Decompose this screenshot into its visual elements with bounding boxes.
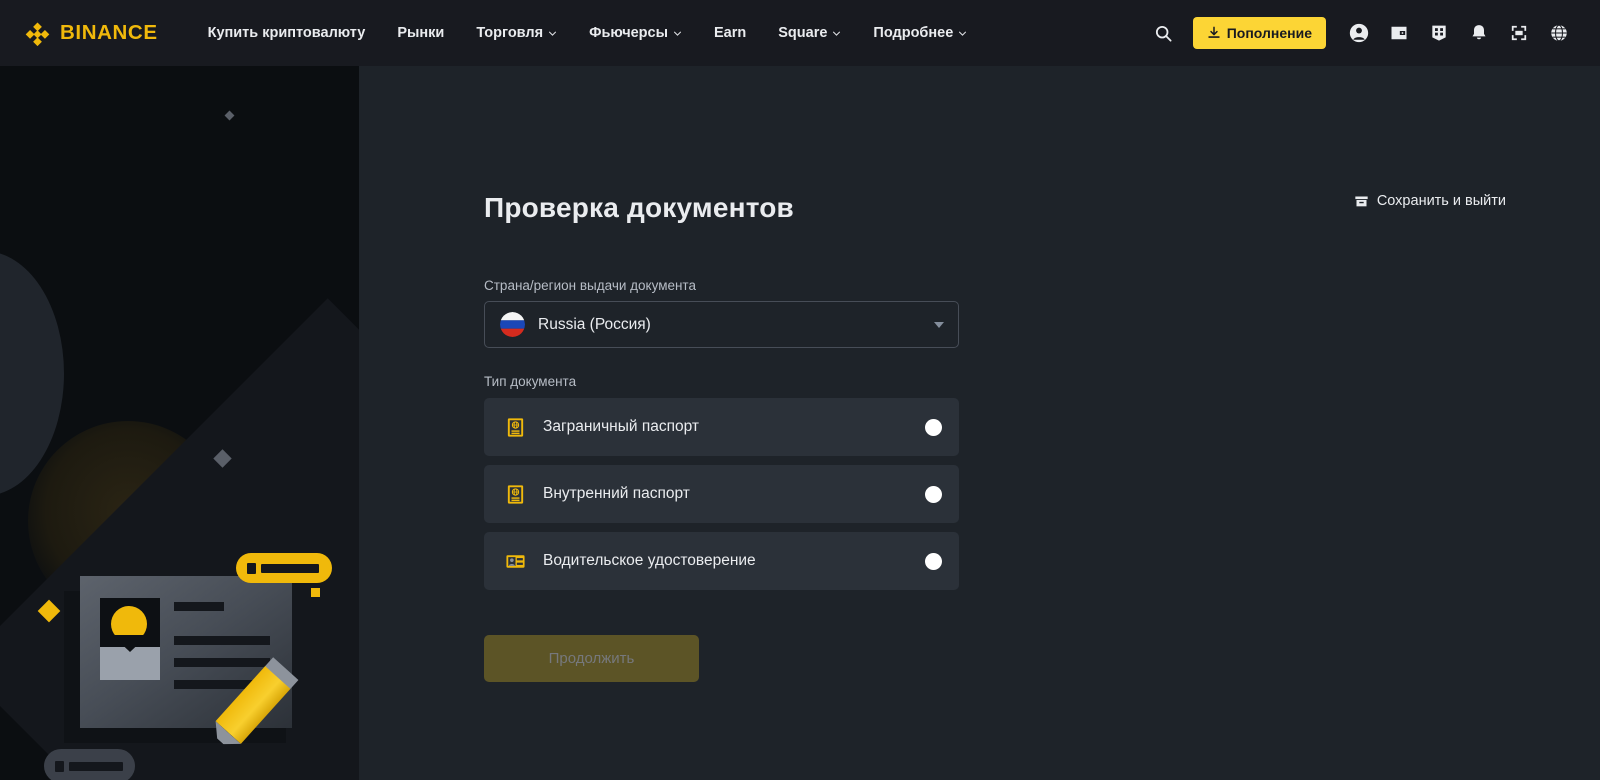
main-content-area: Сохранить и выйти Проверка документов Ст… bbox=[359, 66, 1600, 780]
globe-language-icon bbox=[1551, 24, 1567, 42]
language-button[interactable] bbox=[1540, 14, 1578, 52]
deposit-button[interactable]: Пополнение bbox=[1192, 17, 1326, 49]
chevron-down-icon bbox=[673, 31, 682, 36]
nav-item-label: Купить криптовалюту bbox=[207, 25, 366, 41]
download-app-button[interactable] bbox=[1500, 14, 1538, 52]
doc-option-international-passport[interactable]: Заграничный паспорт bbox=[484, 398, 959, 456]
search-button[interactable] bbox=[1145, 14, 1183, 52]
country-select-value: Russia (Россия) bbox=[538, 315, 651, 333]
nav-item-label: Square bbox=[778, 25, 828, 41]
profile-icon bbox=[1349, 23, 1369, 43]
id-card-text-line bbox=[174, 602, 224, 611]
doc-option-radio[interactable] bbox=[925, 485, 942, 503]
doc-option-radio[interactable] bbox=[925, 418, 942, 436]
doc-option-label: Внутренний паспорт bbox=[543, 485, 690, 502]
passport-icon bbox=[507, 484, 524, 504]
deposit-download-icon bbox=[1208, 26, 1220, 38]
doc-option-drivers-license[interactable]: Водительское удостоверение bbox=[484, 532, 959, 590]
nav-item-label: Earn bbox=[714, 25, 747, 41]
doc-option-label: Водительское удостоверение bbox=[543, 552, 756, 569]
page-title: Проверка документов bbox=[484, 192, 794, 223]
save-and-exit-label: Сохранить и выйти bbox=[1376, 193, 1506, 209]
id-card-text-line bbox=[174, 636, 270, 645]
orders-icon bbox=[1432, 25, 1446, 41]
passport-icon bbox=[507, 417, 524, 437]
profile-button[interactable] bbox=[1340, 14, 1378, 52]
pill-square bbox=[55, 760, 64, 772]
nav-item-label: Подробнее bbox=[873, 25, 954, 41]
notification-bell-icon bbox=[1472, 25, 1486, 40]
chevron-down-icon bbox=[549, 31, 557, 36]
chevron-down-icon bbox=[959, 31, 967, 36]
gray-pill-graphic bbox=[44, 749, 135, 780]
wallet-button[interactable] bbox=[1380, 14, 1418, 52]
notifications-button[interactable] bbox=[1460, 14, 1498, 52]
id-card-photo bbox=[100, 598, 160, 680]
document-verification-form: Страна/регион выдачи документа Russia (Р… bbox=[484, 278, 959, 682]
continue-button[interactable]: Продолжить bbox=[484, 635, 699, 682]
search-icon bbox=[1156, 25, 1172, 42]
chevron-down-icon bbox=[934, 321, 944, 328]
country-select[interactable]: Russia (Россия) bbox=[484, 301, 959, 348]
russia-flag-icon bbox=[500, 312, 525, 337]
save-and-exit-button[interactable]: Сохранить и выйти bbox=[1354, 193, 1506, 209]
nav-item-buy-crypto[interactable]: Купить криптовалюту bbox=[192, 17, 382, 49]
doc-option-radio[interactable] bbox=[925, 552, 942, 570]
nav-item-markets[interactable]: Рынки bbox=[381, 17, 460, 49]
nav-item-square[interactable]: Square bbox=[762, 17, 857, 49]
decorative-square bbox=[311, 588, 320, 597]
save-box-icon bbox=[1355, 196, 1368, 206]
nav-item-label: Рынки bbox=[397, 25, 445, 41]
id-card-shoulders bbox=[100, 635, 160, 680]
nav-item-earn[interactable]: Earn bbox=[698, 17, 762, 49]
drivers-license-icon bbox=[506, 554, 525, 568]
id-card-text-line bbox=[174, 658, 270, 667]
download-app-icon bbox=[1511, 25, 1527, 41]
nav-right-actions: Пополнение bbox=[1145, 14, 1578, 52]
binance-logo-link[interactable]: BINANCE bbox=[24, 20, 158, 47]
nav-item-futures[interactable]: Фьючерсы bbox=[573, 17, 698, 49]
doc-option-label: Заграничный паспорт bbox=[543, 418, 699, 435]
brand-wordmark: BINANCE bbox=[60, 21, 158, 44]
yellow-pill-graphic bbox=[236, 553, 332, 583]
pill-bar bbox=[261, 563, 319, 573]
nav-item-more[interactable]: Подробнее bbox=[857, 17, 983, 49]
chevron-down-icon bbox=[833, 31, 841, 36]
doc-option-internal-passport[interactable]: Внутренний паспорт bbox=[484, 465, 959, 523]
document-type-group: Тип документа Заграничный паспорт Внутре… bbox=[484, 374, 959, 590]
top-navigation-bar: BINANCE Купить криптовалюту Рынки Торгов… bbox=[0, 0, 1600, 66]
nav-item-trade[interactable]: Торговля bbox=[460, 17, 573, 49]
country-field-label: Страна/регион выдачи документа bbox=[484, 278, 696, 293]
document-type-label: Тип документа bbox=[484, 374, 577, 389]
main-nav-links: Купить криптовалюту Рынки Торговля Фьюче… bbox=[192, 17, 984, 49]
illustration-panel bbox=[0, 66, 359, 780]
nav-item-label: Торговля bbox=[476, 25, 544, 41]
deposit-button-label: Пополнение bbox=[1226, 25, 1312, 41]
pill-square bbox=[247, 562, 256, 574]
kyc-document-verification-page: BINANCE Купить криптовалюту Рынки Торгов… bbox=[0, 0, 1600, 780]
wallet-icon bbox=[1391, 26, 1407, 40]
nav-item-label: Фьючерсы bbox=[589, 25, 668, 41]
decorative-diamond bbox=[224, 110, 235, 121]
orders-button[interactable] bbox=[1420, 14, 1458, 52]
pill-bar bbox=[69, 761, 123, 771]
binance-diamond-logo-icon bbox=[25, 22, 50, 46]
